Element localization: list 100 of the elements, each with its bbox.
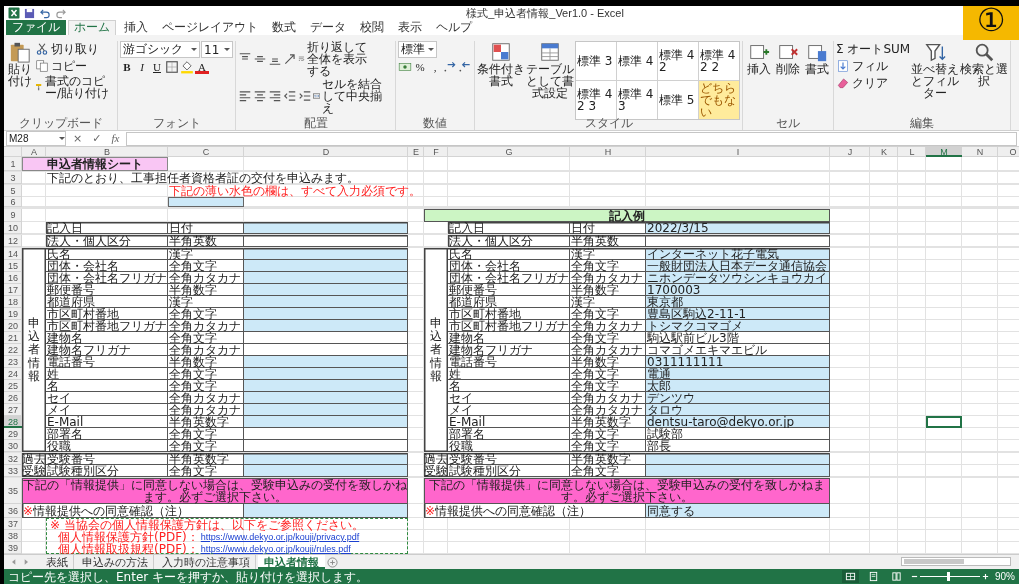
sheet-tab[interactable]: 入力時の注意事項 [156,555,256,569]
dropdown-field[interactable]: 標準 [398,41,437,58]
input-cell[interactable] [244,428,408,440]
column-header[interactable]: E [408,147,424,157]
input-cell[interactable]: 一般財団法人日本データ通信協会 [646,260,830,272]
undo-icon[interactable] [39,7,51,19]
column-header[interactable]: G [448,147,570,157]
orientation-button[interactable] [283,52,297,66]
plus-icon[interactable] [982,573,989,580]
row-number[interactable]: 14 [4,248,22,260]
input-cell[interactable] [646,453,830,465]
column-header[interactable]: F [424,147,448,157]
align-left-button[interactable] [238,89,252,103]
column-header[interactable]: B [46,147,168,157]
row-number[interactable]: 27 [4,404,22,416]
row-number[interactable]: 24 [4,368,22,380]
column-header[interactable]: A [22,147,46,157]
column-header[interactable]: K [870,147,898,157]
input-cell[interactable]: 0311111111 [646,356,830,368]
column-header[interactable]: J [830,147,870,157]
conditional-format-button[interactable]: 条件付き書式 [477,41,525,87]
row-number[interactable]: 15 [4,260,22,272]
input-cell[interactable] [244,222,408,234]
input-cell[interactable] [244,332,408,344]
input-cell[interactable] [646,235,830,247]
format-painter-button[interactable]: 書式のコピー/貼り付け [35,75,115,99]
input-cell[interactable] [244,344,408,356]
ribbon-tab[interactable]: ファイル [6,20,66,35]
input-cell[interactable] [244,235,408,247]
input-cell[interactable]: 1700003 [646,284,830,296]
row-number[interactable]: 23 [4,356,22,368]
input-cell[interactable]: タロウ [646,404,830,416]
row-number[interactable]: 25 [4,380,22,392]
slider-thumb[interactable] [947,572,950,581]
fill-color-button[interactable] [180,60,194,74]
ribbon-tab[interactable]: 表示 [392,20,428,35]
input-cell[interactable] [244,404,408,416]
insert-function-button[interactable]: fx [108,132,123,145]
ribbon-tab[interactable]: 数式 [266,20,302,35]
plus-circle-icon[interactable] [327,556,338,568]
input-cell[interactable]: 太郎 [646,380,830,392]
input-cell[interactable] [244,416,408,428]
row-number[interactable]: 6 [4,197,22,207]
column-header[interactable]: M [926,147,962,157]
dropdown-field[interactable]: 游ゴシック [120,41,200,58]
input-cell[interactable] [244,368,408,380]
cell-style-option[interactable]: 標準 4 2 3 [576,81,616,119]
redo-icon[interactable] [55,7,67,19]
format-as-table-button[interactable]: テーブルとして書式設定 [526,41,574,99]
row-number[interactable]: 17 [4,284,22,296]
find-select-button[interactable]: 検索と選択 [960,41,1009,87]
input-cell[interactable] [244,380,408,392]
italic-button[interactable]: I [135,59,149,75]
format-button[interactable]: 書式 [803,41,831,75]
input-cell[interactable] [244,296,408,308]
cut-button[interactable]: 切り取り [35,42,99,56]
row-number[interactable]: 32 [4,453,22,465]
row-number[interactable]: 36 [4,504,22,518]
document-link[interactable]: https://www.dekyo.or.jp/kouji/rules.pdf [200,543,351,554]
ribbon-tab[interactable]: ページレイアウト [156,20,264,35]
row-number[interactable]: 10 [4,222,22,234]
column-header[interactable]: O [998,147,1019,157]
row-number[interactable]: 37 [4,518,22,530]
row-number[interactable]: 18 [4,296,22,308]
comma-button[interactable]: , [428,59,442,75]
consent-input[interactable]: 同意する [646,504,830,518]
sheet-tab[interactable]: 申込者情報 [258,555,325,569]
dropdown-field[interactable]: 11 [201,41,233,58]
input-cell[interactable] [244,272,408,284]
input-cell[interactable]: コマゴメエキマエビル [646,344,830,356]
input-cell[interactable] [244,284,408,296]
input-cell[interactable]: 部長 [646,440,830,452]
paste-button[interactable]: 貼り付け [6,41,34,87]
row-number[interactable]: 9 [4,209,22,222]
column-header[interactable]: N [962,147,998,157]
ribbon-tab[interactable]: ホーム [68,20,116,35]
input-cell[interactable]: 電通 [646,368,830,380]
column-header[interactable]: L [898,147,926,157]
decrease-indent-button[interactable] [283,89,297,103]
bold-button[interactable]: B [120,59,134,75]
input-cell[interactable]: インターネット花子電気 [646,248,830,260]
column-header[interactable]: D [244,147,408,157]
input-cell[interactable]: ニホンデータツウシンキョウカイ [646,272,830,284]
input-cell[interactable] [244,465,408,477]
column-header[interactable]: I [646,147,830,157]
input-cell[interactable]: dentsu-taro@dekyo.or.jp [646,416,830,428]
input-cell[interactable]: デンツウ [646,392,830,404]
row-number[interactable]: 3 [4,172,22,184]
insert-button[interactable]: 挿入 [745,41,773,75]
percent-button[interactable]: % [413,59,427,75]
row-number[interactable]: 38 [4,530,22,542]
underline-button[interactable]: U [150,59,164,75]
input-cell[interactable] [244,248,408,260]
document-link[interactable]: https://www.dekyo.or.jp/kouji/privacy.pdf [200,531,360,543]
cell-style-option[interactable]: 標準 4 3 [617,81,657,119]
consent-input[interactable] [244,504,408,518]
clear-button[interactable]: クリア [836,76,888,90]
sort-filter-button[interactable]: 並べ替えとフィルター [911,41,960,99]
row-number[interactable]: 39 [4,542,22,554]
input-cell[interactable] [244,440,408,452]
